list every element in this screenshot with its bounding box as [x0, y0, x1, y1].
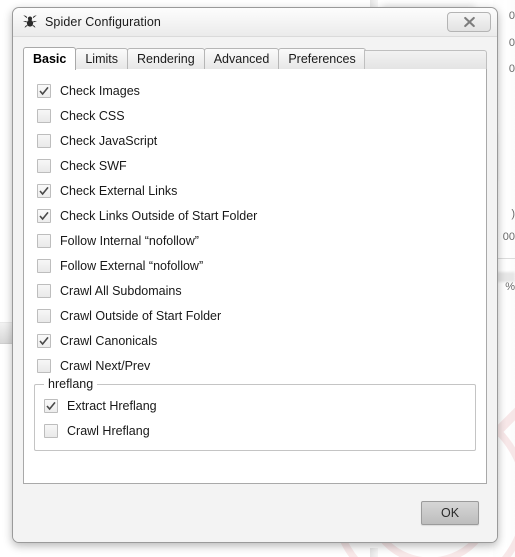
- option-crawl-hreflang[interactable]: Crawl Hreflang: [41, 418, 469, 443]
- option-label: Check Images: [60, 83, 140, 98]
- dialog-footer: OK: [13, 484, 497, 542]
- background-edge-text: 0: [508, 37, 515, 49]
- spider-configuration-dialog: Spider Configuration Basic Limits Render…: [12, 7, 498, 543]
- option-follow-external-nofollow[interactable]: Follow External “nofollow”: [34, 253, 476, 278]
- option-check-css[interactable]: Check CSS: [34, 103, 476, 128]
- option-label: Crawl All Subdomains: [60, 283, 182, 298]
- tab-advanced[interactable]: Advanced: [203, 48, 280, 69]
- tabstrip: Basic Limits Rendering Advanced Preferen…: [23, 47, 487, 70]
- checkbox-checked-icon[interactable]: [37, 333, 51, 348]
- background-edge-text: 0: [508, 63, 515, 75]
- checkbox-unchecked-icon[interactable]: [44, 423, 58, 438]
- option-label: Check JavaScript: [60, 133, 158, 148]
- dialog-body: Basic Limits Rendering Advanced Preferen…: [13, 37, 497, 484]
- hreflang-group-box: hreflang Extract Hreflang Crawl Hreflang: [34, 377, 476, 451]
- checkbox-unchecked-icon[interactable]: [37, 158, 51, 173]
- option-label: Check External Links: [60, 183, 178, 198]
- option-label: Crawl Outside of Start Folder: [60, 308, 222, 323]
- checkbox-unchecked-icon[interactable]: [37, 308, 51, 323]
- option-label: Crawl Hreflang: [67, 423, 150, 438]
- option-label: Follow External “nofollow”: [60, 258, 204, 273]
- checkbox-unchecked-icon[interactable]: [37, 133, 51, 148]
- option-label: Crawl Next/Prev: [60, 358, 151, 373]
- checkbox-unchecked-icon[interactable]: [37, 233, 51, 248]
- dialog-titlebar[interactable]: Spider Configuration: [13, 8, 497, 37]
- background-edge-text: ): [511, 208, 515, 220]
- basic-tab-panel: Check Images Check CSS Check JavaScript …: [23, 68, 487, 484]
- close-glyph: [463, 16, 475, 28]
- spider-icon: [23, 15, 37, 28]
- tab-preferences[interactable]: Preferences: [278, 48, 366, 69]
- hreflang-group-legend: hreflang: [44, 377, 98, 391]
- background-edge-text: 00: [502, 231, 515, 243]
- option-label: Follow Internal “nofollow”: [60, 233, 199, 248]
- option-check-javascript[interactable]: Check JavaScript: [34, 128, 476, 153]
- window-title: Spider Configuration: [45, 15, 161, 29]
- checkbox-unchecked-icon[interactable]: [37, 358, 51, 373]
- option-check-external-links[interactable]: Check External Links: [34, 178, 476, 203]
- option-check-swf[interactable]: Check SWF: [34, 153, 476, 178]
- option-check-images[interactable]: Check Images: [34, 78, 476, 103]
- option-label: Crawl Canonicals: [60, 333, 158, 348]
- option-label: Check SWF: [60, 158, 127, 173]
- background-edge-text: 0: [508, 10, 515, 22]
- option-crawl-canonicals[interactable]: Crawl Canonicals: [34, 328, 476, 353]
- tab-basic[interactable]: Basic: [23, 47, 77, 70]
- ok-button[interactable]: OK: [421, 501, 479, 525]
- close-icon[interactable]: [447, 12, 491, 32]
- option-crawl-all-subdomains[interactable]: Crawl All Subdomains: [34, 278, 476, 303]
- option-label: Check Links Outside of Start Folder: [60, 208, 258, 223]
- option-label: Extract Hreflang: [67, 398, 157, 413]
- checkbox-unchecked-icon[interactable]: [37, 283, 51, 298]
- checkbox-checked-icon[interactable]: [37, 208, 51, 223]
- background-edge-text: %: [505, 281, 515, 293]
- option-follow-internal-nofollow[interactable]: Follow Internal “nofollow”: [34, 228, 476, 253]
- checkbox-unchecked-icon[interactable]: [37, 108, 51, 123]
- checkbox-unchecked-icon[interactable]: [37, 258, 51, 273]
- option-label: Check CSS: [60, 108, 125, 123]
- background-bottom-nub: [370, 548, 378, 557]
- option-crawl-next-prev[interactable]: Crawl Next/Prev: [34, 353, 476, 378]
- option-crawl-outside-start-folder[interactable]: Crawl Outside of Start Folder: [34, 303, 476, 328]
- checkbox-checked-icon[interactable]: [37, 83, 51, 98]
- background-left-nub: [0, 322, 12, 344]
- tab-rendering[interactable]: Rendering: [127, 48, 205, 69]
- option-check-links-outside-start-folder[interactable]: Check Links Outside of Start Folder: [34, 203, 476, 228]
- tab-limits[interactable]: Limits: [75, 48, 129, 69]
- checkbox-checked-icon[interactable]: [44, 398, 58, 413]
- checkbox-checked-icon[interactable]: [37, 183, 51, 198]
- option-extract-hreflang[interactable]: Extract Hreflang: [41, 393, 469, 418]
- tabstrip-filler: [363, 50, 487, 69]
